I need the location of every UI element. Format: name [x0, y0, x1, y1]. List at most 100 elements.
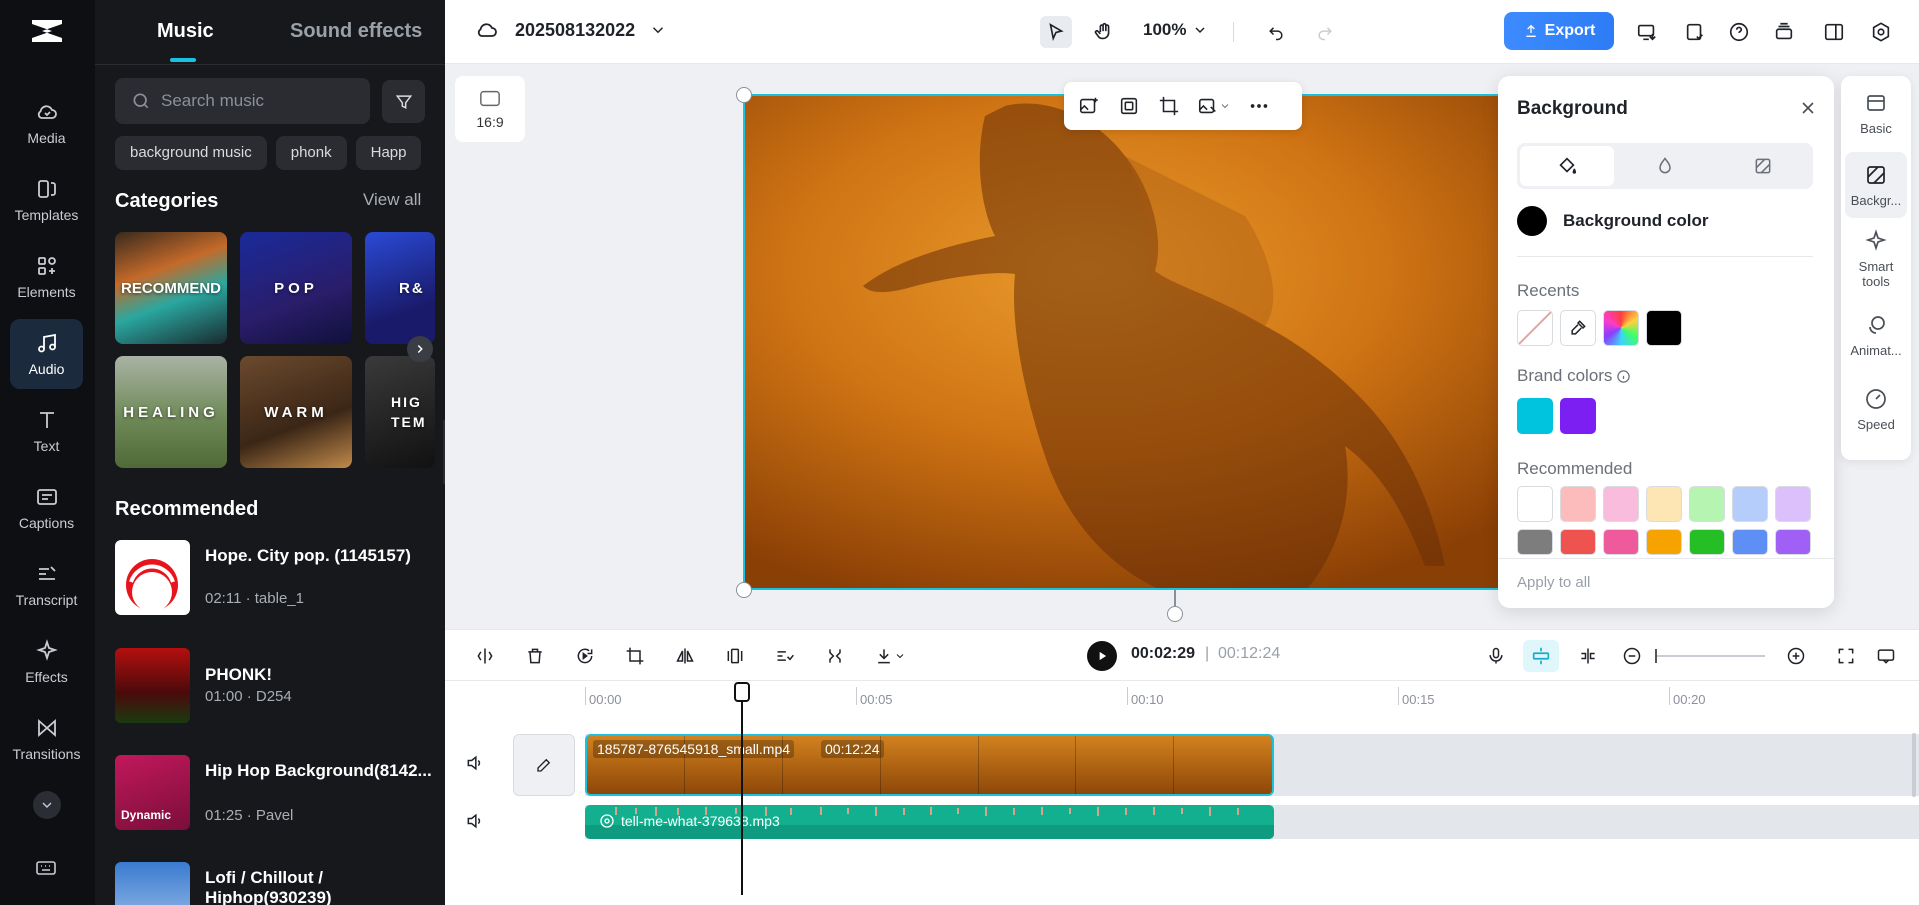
- flip-button[interactable]: [672, 643, 698, 669]
- tab-blur[interactable]: [1618, 146, 1712, 186]
- trim-button[interactable]: [822, 643, 848, 669]
- export-button[interactable]: Export: [1504, 12, 1614, 50]
- apply-to-all-button[interactable]: Apply to all: [1517, 574, 1590, 591]
- crop-button[interactable]: [1154, 91, 1184, 121]
- rail-item-media[interactable]: Media: [10, 88, 83, 158]
- help-button[interactable]: [1723, 16, 1755, 48]
- brand-color-swatch[interactable]: [1560, 398, 1596, 434]
- select-tool-button[interactable]: [1040, 16, 1072, 48]
- resize-handle[interactable]: [736, 582, 752, 598]
- category-recommend[interactable]: RECOMMEND: [115, 232, 227, 344]
- playhead-handle[interactable]: [734, 682, 750, 702]
- background-color-swatch[interactable]: [1517, 206, 1547, 236]
- recommended-color-swatch[interactable]: [1560, 486, 1596, 522]
- image-edit-dropdown[interactable]: [1194, 91, 1234, 121]
- delete-button[interactable]: [522, 643, 548, 669]
- play-button[interactable]: [1087, 641, 1117, 671]
- download-dropdown[interactable]: [870, 643, 910, 669]
- review-button[interactable]: [1679, 16, 1711, 48]
- vertical-scrollbar[interactable]: [1912, 733, 1916, 797]
- category-warm[interactable]: WARM: [240, 356, 352, 468]
- eyedropper-button[interactable]: [1560, 310, 1596, 346]
- microphone-button[interactable]: [1483, 643, 1509, 669]
- recommended-color-swatch[interactable]: [1689, 486, 1725, 522]
- layout-toggle-button[interactable]: [1818, 16, 1850, 48]
- prop-speed[interactable]: Speed: [1845, 376, 1907, 442]
- rail-item-audio[interactable]: Audio: [10, 319, 83, 389]
- edit-cover-button[interactable]: [513, 734, 575, 796]
- comment-button[interactable]: [1873, 643, 1899, 669]
- rail-more-button[interactable]: [33, 791, 61, 819]
- prop-basic[interactable]: Basic: [1845, 80, 1907, 146]
- search-input[interactable]: [161, 91, 361, 111]
- audio-track-mute-button[interactable]: [465, 811, 485, 831]
- fit-timeline-button[interactable]: [1833, 643, 1859, 669]
- close-button[interactable]: [1798, 98, 1818, 118]
- brand-color-swatch[interactable]: [1517, 398, 1553, 434]
- prop-animation[interactable]: Animat...: [1845, 302, 1907, 368]
- rotate-handle[interactable]: [1167, 606, 1183, 622]
- zoom-in-button[interactable]: [1783, 643, 1809, 669]
- list-item[interactable]: Dynamic Hip Hop Background(8142... 01:25…: [115, 755, 435, 831]
- recommended-color-swatch[interactable]: [1517, 486, 1553, 522]
- resize-handle[interactable]: [736, 87, 752, 103]
- recommended-color-swatch[interactable]: [1732, 486, 1768, 522]
- rail-item-transcript[interactable]: Transcript: [10, 550, 83, 620]
- list-item[interactable]: PHONK! 01:00 · D254: [115, 648, 435, 724]
- view-all-link[interactable]: View all: [363, 190, 421, 210]
- category-pop[interactable]: POP: [240, 232, 352, 344]
- recommended-color-swatch[interactable]: [1732, 529, 1768, 555]
- more-options-button[interactable]: [1244, 91, 1274, 121]
- rail-item-captions[interactable]: Captions: [10, 473, 83, 543]
- recommended-color-swatch[interactable]: [1517, 529, 1553, 555]
- tab-sound-effects[interactable]: Sound effects: [290, 20, 422, 43]
- video-preview[interactable]: [743, 94, 1603, 590]
- undo-button[interactable]: [1260, 16, 1292, 48]
- category-rnb[interactable]: R&: [365, 232, 435, 344]
- recommended-color-swatch[interactable]: [1775, 486, 1811, 522]
- category-healing[interactable]: HEALING: [115, 356, 227, 468]
- zoom-out-button[interactable]: [1619, 643, 1645, 669]
- zoom-slider-track[interactable]: [1655, 655, 1765, 657]
- recent-swatch-rainbow[interactable]: [1603, 310, 1639, 346]
- chip-happy[interactable]: Happ: [355, 136, 422, 170]
- playhead[interactable]: [741, 683, 743, 895]
- tab-pattern[interactable]: [1716, 146, 1810, 186]
- redo-button[interactable]: [1309, 16, 1341, 48]
- recent-swatch-black[interactable]: [1646, 310, 1682, 346]
- prop-background[interactable]: Backgr...: [1845, 152, 1907, 218]
- speed-curve-button[interactable]: [772, 643, 798, 669]
- chip-phonk[interactable]: phonk: [275, 136, 347, 170]
- present-button[interactable]: [1631, 16, 1663, 48]
- recommended-color-swatch[interactable]: [1646, 529, 1682, 555]
- auto-snap-button[interactable]: [1523, 640, 1559, 672]
- rail-item-elements[interactable]: Elements: [10, 242, 83, 312]
- remove-background-button[interactable]: [1114, 91, 1144, 121]
- prop-smart-tools[interactable]: Smart tools: [1845, 226, 1907, 292]
- keyboard-shortcuts-button[interactable]: [34, 856, 58, 880]
- aspect-ratio-button[interactable]: 16:9: [455, 76, 525, 142]
- layers-button[interactable]: [1768, 16, 1800, 48]
- recommended-color-swatch[interactable]: [1775, 529, 1811, 555]
- zoom-slider-thumb[interactable]: [1655, 649, 1657, 663]
- link-clips-button[interactable]: [1575, 643, 1601, 669]
- recommended-color-swatch[interactable]: [1560, 529, 1596, 555]
- tab-music[interactable]: Music: [157, 20, 214, 43]
- hand-tool-button[interactable]: [1088, 16, 1120, 48]
- tab-fill-color[interactable]: [1520, 146, 1614, 186]
- split-button[interactable]: [472, 643, 498, 669]
- recommended-color-swatch[interactable]: [1646, 486, 1682, 522]
- recommended-color-swatch[interactable]: [1603, 529, 1639, 555]
- recommended-color-swatch[interactable]: [1689, 529, 1725, 555]
- freeze-button[interactable]: [722, 643, 748, 669]
- rail-item-effects[interactable]: Effects: [10, 627, 83, 697]
- rail-item-text[interactable]: Text: [10, 396, 83, 466]
- list-item[interactable]: Hope. City pop. (1145157) 02:11 · table_…: [115, 540, 435, 616]
- project-title-dropdown[interactable]: 202508132022: [475, 18, 667, 42]
- category-high-tempo[interactable]: HIG TEM: [365, 356, 435, 468]
- audio-clip[interactable]: tell-me-what-379638.mp3: [585, 805, 1274, 839]
- settings-button[interactable]: [1865, 16, 1897, 48]
- crop-button[interactable]: [622, 643, 648, 669]
- chip-background-music[interactable]: background music: [115, 136, 267, 170]
- recommended-color-swatch[interactable]: [1603, 486, 1639, 522]
